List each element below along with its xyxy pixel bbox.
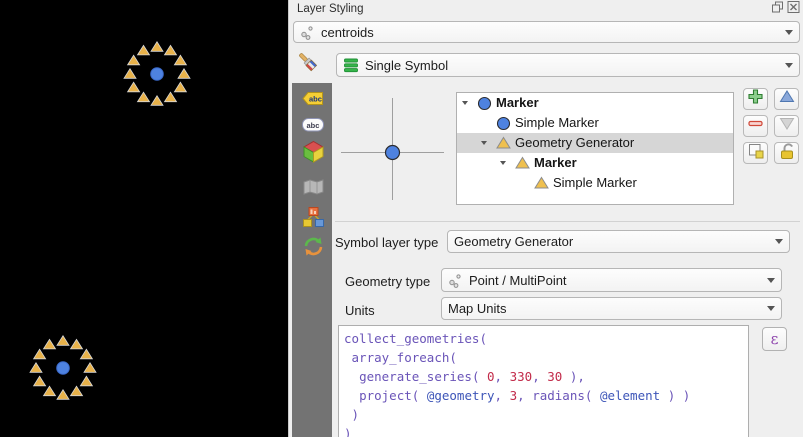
geometry-type-value: Point / MultiPoint [469, 273, 567, 288]
layer-styling-panel: Layer Styling centroids Single Symbol [288, 0, 803, 437]
history-arrows-icon [302, 236, 325, 262]
section-divider [335, 221, 800, 222]
folded-map-icon [302, 178, 325, 201]
symbol-tree-label: Geometry Generator [515, 133, 634, 153]
chevron-down-icon [767, 278, 775, 283]
symbol-tree-row[interactable]: Marker [457, 153, 733, 173]
single-symbol-icon [343, 58, 359, 73]
epsilon-icon: ε [771, 330, 779, 348]
svg-text:abc: abc [309, 95, 322, 104]
symbol-tree-row[interactable]: Simple Marker [457, 173, 733, 193]
symbol-layer-type-label: Symbol layer type [335, 235, 438, 250]
style-mode-combo[interactable]: Single Symbol [336, 53, 800, 77]
generated-point-symbol [102, 19, 212, 129]
expression-editor[interactable]: collect_geometries( array_foreach( gener… [338, 325, 749, 437]
triangle-down-icon [779, 116, 795, 136]
lock-color-button[interactable] [774, 142, 799, 164]
expression-line: array_foreach( [344, 348, 748, 367]
callouts-icon: abc [301, 117, 325, 138]
style-mode-value: Single Symbol [365, 58, 448, 73]
units-combo[interactable]: Map Units [441, 297, 782, 320]
symbol-layer-tree: MarkerSimple MarkerGeometry GeneratorMar… [456, 92, 734, 205]
float-panel-button[interactable] [770, 2, 784, 15]
tab-3d-view[interactable] [300, 142, 326, 166]
geometry-type-label: Geometry type [345, 274, 430, 289]
layer-select-value: centroids [321, 25, 374, 40]
cube-3d-icon [302, 140, 325, 168]
expand-arrow-icon[interactable] [500, 161, 506, 165]
panel-title: Layer Styling [297, 3, 363, 15]
close-icon [787, 0, 800, 18]
symbol-tree-row[interactable]: Geometry Generator [457, 133, 733, 153]
point-layer-icon [448, 273, 463, 288]
tab-diagrams[interactable] [300, 207, 326, 231]
generated-point-symbol [8, 313, 118, 423]
svg-text:abc: abc [307, 121, 320, 130]
symbol-anchor-preview [384, 144, 401, 166]
geometry-type-combo[interactable]: Point / MultiPoint [441, 268, 782, 292]
diagrams-icon [302, 206, 325, 233]
symbol-tree-row[interactable]: Marker [457, 93, 733, 113]
tab-labels[interactable]: abc [300, 89, 326, 113]
move-up-button[interactable] [774, 88, 799, 110]
symbol-tree-label: Simple Marker [515, 113, 599, 133]
point-layer-icon [300, 25, 315, 40]
float-icon [771, 0, 784, 18]
expression-line: ) [344, 424, 748, 437]
chevron-down-icon [785, 30, 793, 35]
add-symbol-layer-button[interactable] [743, 88, 768, 110]
paintbrush-icon [295, 49, 321, 80]
lock-open-icon [778, 142, 796, 165]
duplicate-symbol-layer-button[interactable] [743, 142, 768, 164]
styling-tab-strip: abc abc [292, 83, 332, 437]
remove-symbol-layer-button[interactable] [743, 115, 768, 137]
expression-line: project( @geometry, 3, radians( @element… [344, 386, 748, 405]
expression-line: collect_geometries( [344, 329, 748, 348]
expression-builder-button[interactable]: ε [762, 327, 787, 351]
chevron-down-icon [785, 63, 793, 68]
tab-symbology[interactable] [295, 52, 321, 76]
minus-icon [747, 115, 764, 137]
layer-select-combo[interactable]: centroids [293, 21, 800, 43]
symbol-layer-type-value: Geometry Generator [454, 234, 573, 249]
triangle-up-icon [779, 89, 795, 109]
symbol-tree-row[interactable]: Simple Marker [457, 113, 733, 133]
close-panel-button[interactable] [786, 2, 800, 15]
plus-icon [747, 88, 764, 110]
move-down-button [774, 115, 799, 137]
chevron-down-icon [775, 239, 783, 244]
units-label: Units [345, 303, 375, 318]
symbol-tree-label: Marker [496, 93, 539, 113]
tab-masks[interactable] [300, 177, 326, 201]
chevron-down-icon [767, 306, 775, 311]
tab-callouts[interactable]: abc [300, 115, 326, 139]
symbol-layer-type-combo[interactable]: Geometry Generator [447, 230, 790, 253]
symbol-tree-label: Simple Marker [553, 173, 637, 193]
duplicate-icon [747, 142, 765, 165]
map-canvas[interactable] [0, 0, 288, 437]
expression-line: generate_series( 0, 330, 30 ), [344, 367, 748, 386]
symbol-tree-label: Marker [534, 153, 577, 173]
expand-arrow-icon[interactable] [462, 101, 468, 105]
labels-icon: abc [301, 90, 325, 112]
units-value: Map Units [448, 301, 507, 316]
triangle-marker-icon [534, 176, 549, 196]
expression-line: ) [344, 405, 748, 424]
tab-history[interactable] [300, 237, 326, 261]
expand-arrow-icon[interactable] [481, 141, 487, 145]
